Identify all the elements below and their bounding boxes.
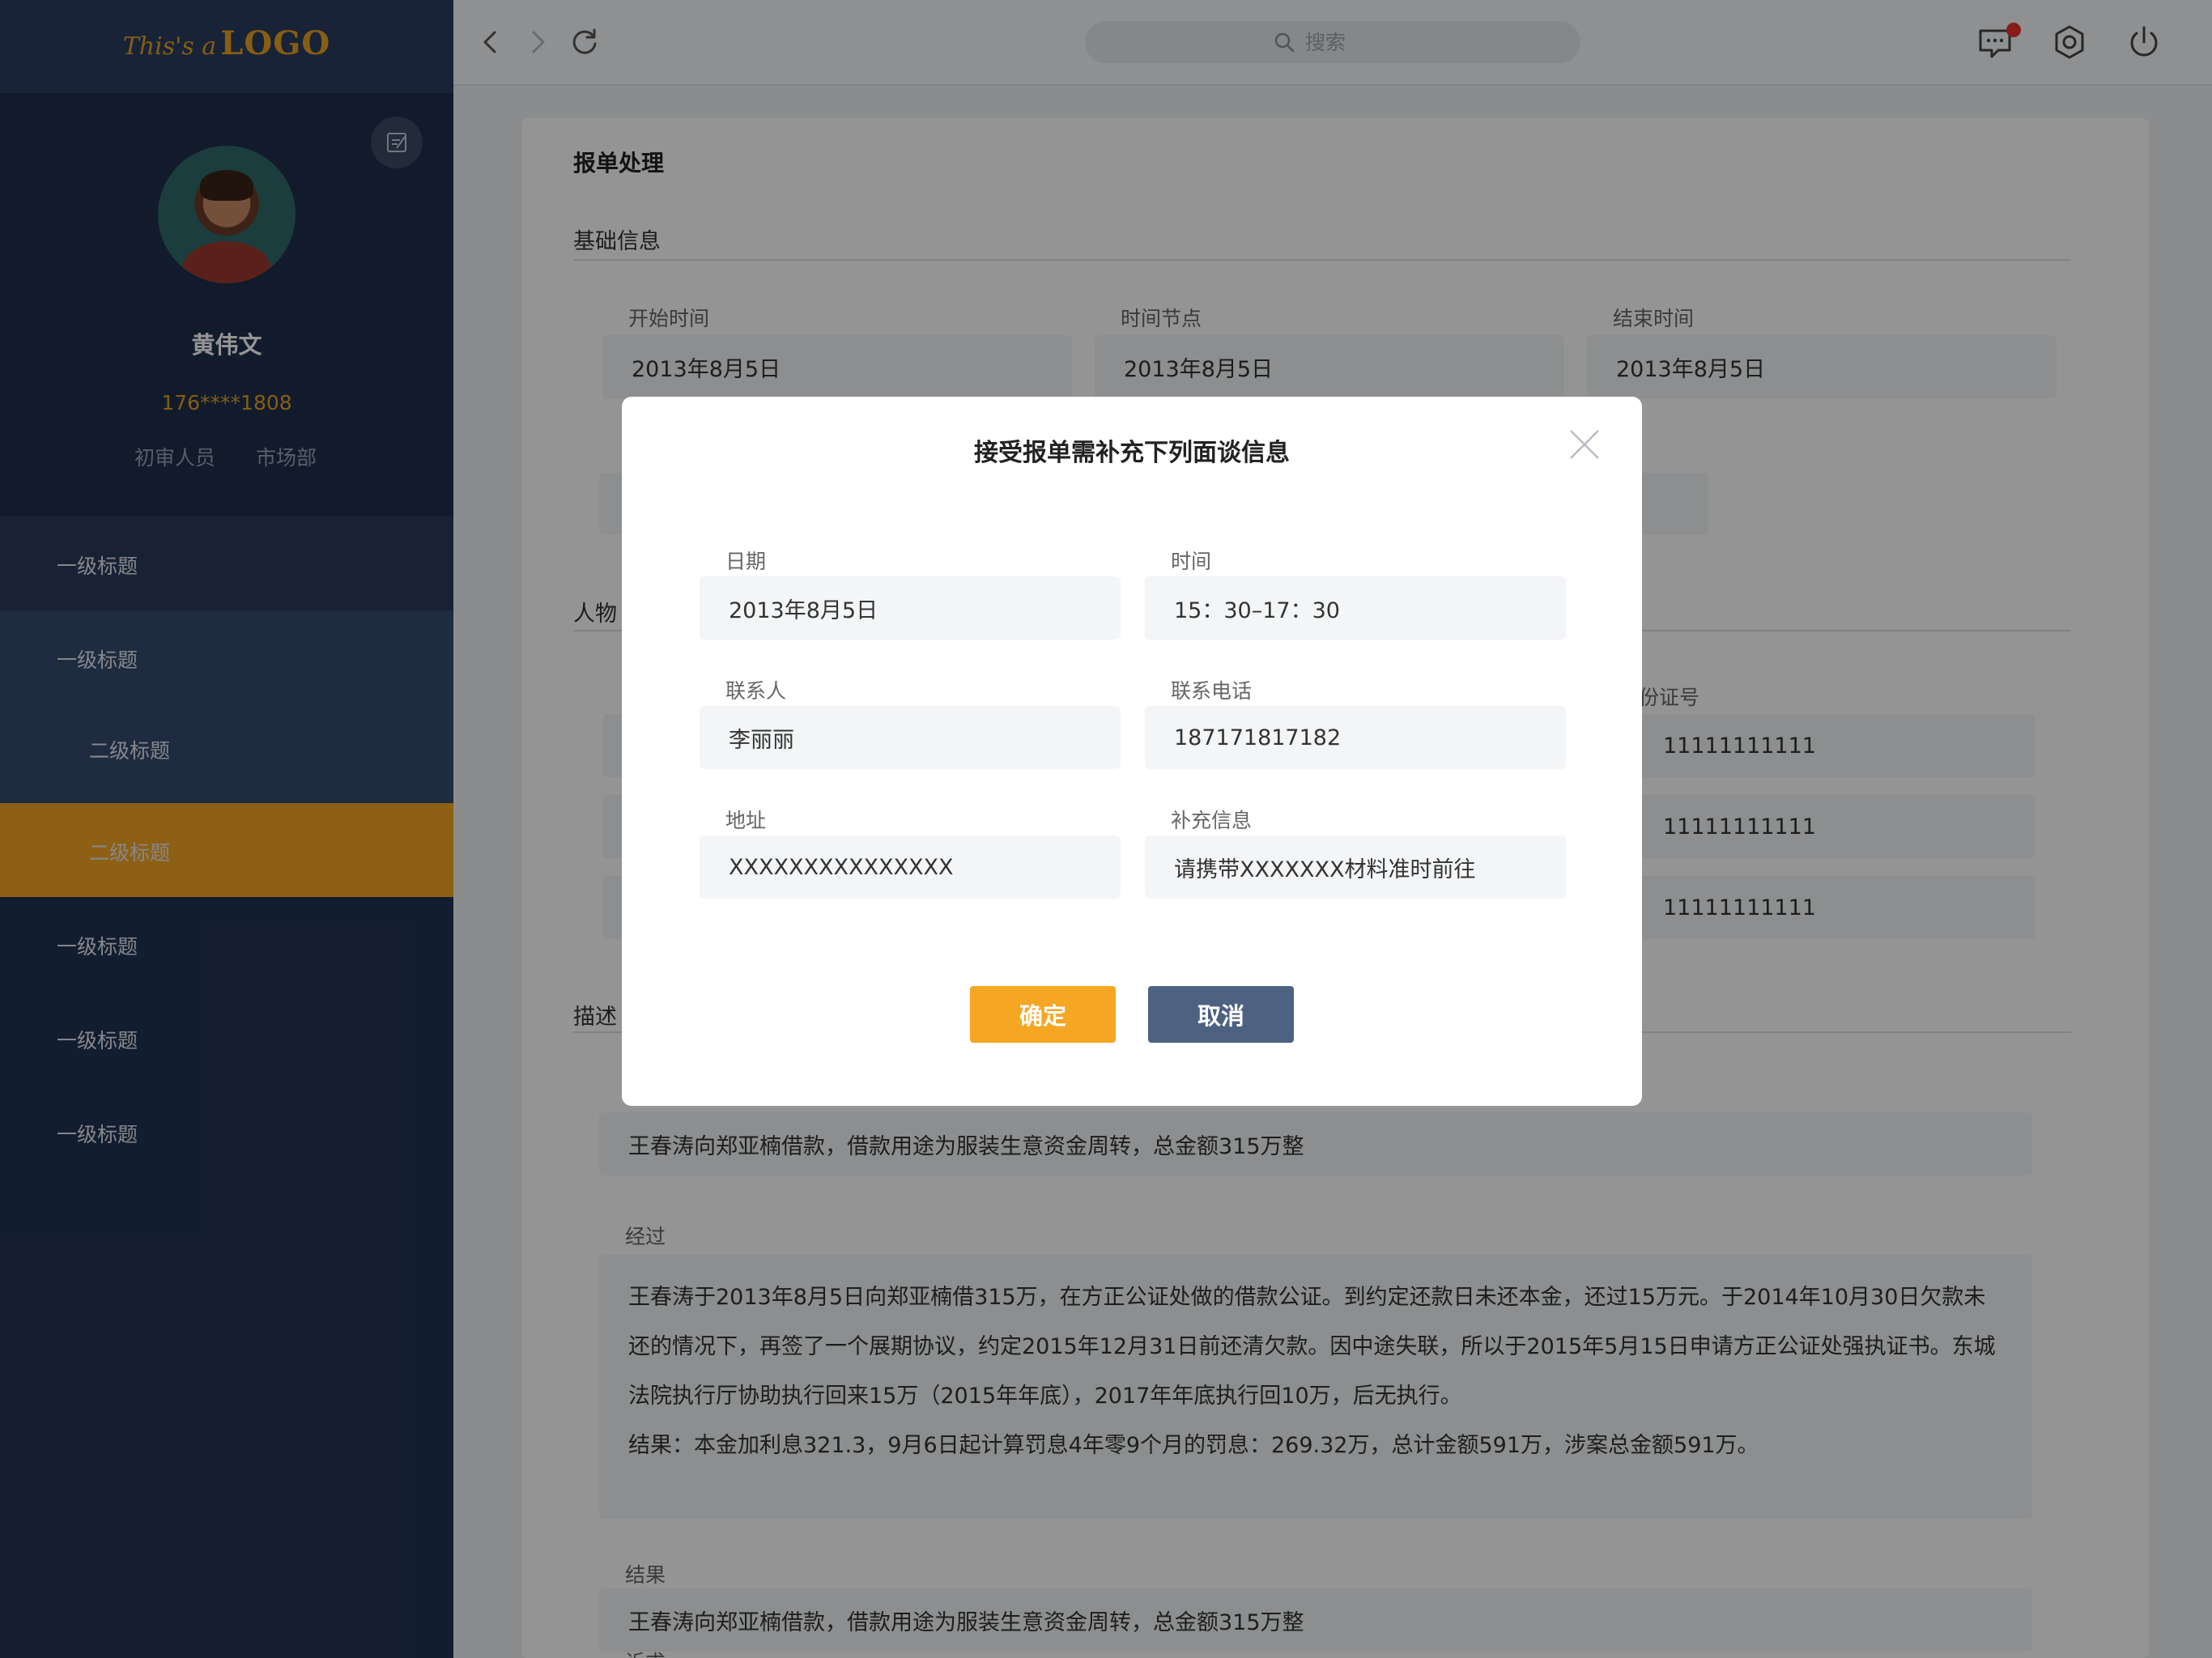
cancel-button[interactable]: 取消 [1148,986,1294,1043]
date-field[interactable]: 2013年8月5日 [700,576,1121,640]
phone-label: 联系电话 [1171,679,1253,703]
date-label: 日期 [725,550,767,573]
extra-info-field[interactable]: 请携带XXXXXXX材料准时前往 [1145,835,1566,899]
dialog-title: 接受报单需补充下列面谈信息 [974,439,1290,467]
contact-field[interactable]: 李丽丽 [700,706,1121,769]
confirm-button[interactable]: 确定 [970,986,1116,1043]
extra-info-label: 补充信息 [1171,809,1253,832]
time-label: 时间 [1171,550,1212,573]
address-field[interactable]: XXXXXXXXXXXXXXX [700,835,1121,899]
time-field[interactable]: 15：30–17：30 [1145,576,1566,640]
close-icon[interactable] [1566,426,1603,463]
phone-field[interactable]: 187171817182 [1145,706,1566,769]
interview-info-dialog: 接受报单需补充下列面谈信息 日期 2013年8月5日 时间 15：30–17：3… [622,397,1642,1106]
address-label: 地址 [725,809,767,832]
contact-label: 联系人 [725,679,787,703]
